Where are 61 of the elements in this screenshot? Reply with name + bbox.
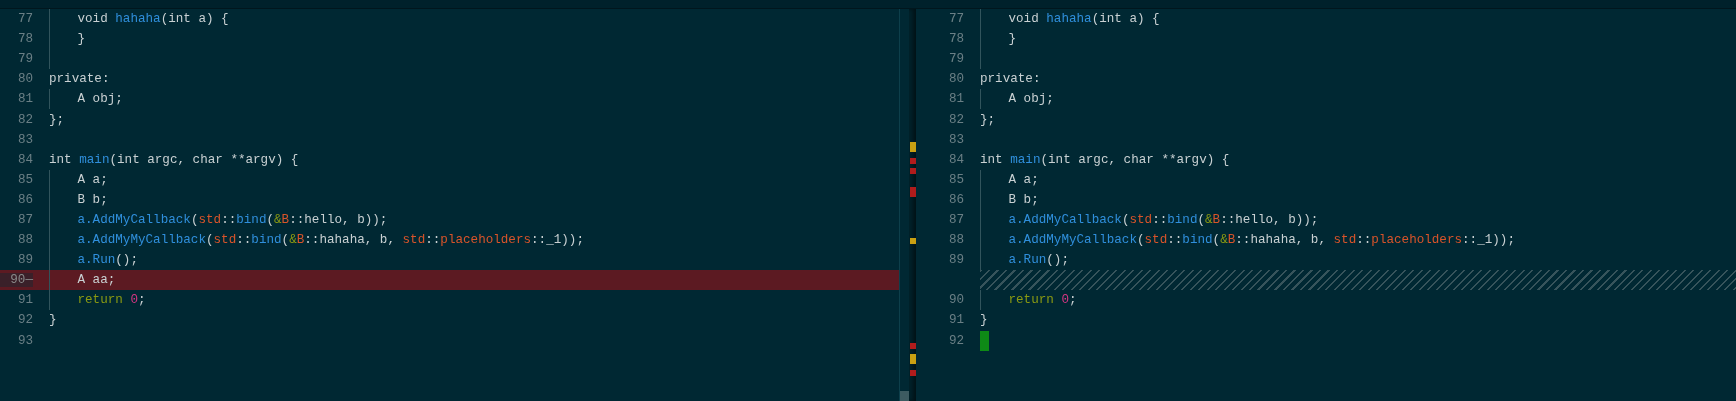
- line-number: 85: [947, 172, 964, 187]
- line-number: 87: [947, 213, 964, 227]
- code-line: a.AddMyCallback(std::bind(&B::hello, b));: [1008, 213, 1319, 227]
- code-line: }: [1008, 32, 1017, 47]
- line-number: 78: [947, 32, 964, 47]
- code-line: private:: [49, 72, 110, 87]
- line-number: 79: [16, 52, 33, 67]
- code-line: int main(int argc, char **argv) {: [980, 152, 1230, 167]
- code-line: return 0;: [77, 293, 146, 308]
- line-number: 82: [947, 112, 964, 127]
- line-number: 78: [16, 32, 33, 47]
- line-number: 86: [947, 192, 964, 207]
- code-line: int main(int argc, char **argv) {: [49, 152, 299, 167]
- line-number: 92: [947, 333, 964, 348]
- line-number: 87: [16, 213, 33, 227]
- line-number: 83: [947, 132, 964, 147]
- line-number: 90: [947, 293, 964, 308]
- code-line: a.Run();: [1008, 253, 1069, 268]
- code-line: };: [980, 112, 996, 127]
- line-number: 81: [16, 92, 33, 107]
- line-number: 85: [16, 172, 33, 187]
- line-number: 80: [16, 72, 33, 87]
- line-number: 92: [16, 313, 33, 328]
- line-number: 89: [16, 253, 33, 268]
- line-number: 84: [947, 152, 964, 167]
- code-line: a.AddMyMyCallback(std::bind(&B::hahaha, b, std::placeholders::_1));: [77, 233, 584, 248]
- code-line: }: [77, 32, 86, 47]
- code-line: private:: [980, 72, 1041, 87]
- line-number: 79: [947, 52, 964, 67]
- code-line: A obj;: [1008, 92, 1054, 107]
- code-line: B b;: [1008, 192, 1039, 207]
- line-number: 91: [16, 293, 33, 308]
- line-number: 83: [16, 132, 33, 147]
- code-line: A a;: [77, 172, 108, 187]
- line-number: 86: [16, 192, 33, 207]
- code-line: void hahaha(int a) {: [1008, 12, 1160, 27]
- code-line: };: [49, 112, 65, 127]
- code-line: a.Run();: [77, 253, 138, 268]
- line-number: 88: [947, 233, 964, 248]
- line-number: 88: [16, 233, 33, 248]
- code-line: A obj;: [77, 92, 123, 107]
- line-number: 93: [16, 333, 33, 348]
- line-number: 91: [947, 313, 964, 328]
- code-line: }: [49, 313, 57, 328]
- line-number: 77: [947, 12, 964, 27]
- code-line: void hahaha(int a) {: [77, 12, 229, 27]
- scrollbar-thumb[interactable]: [900, 391, 909, 401]
- line-number: 81: [947, 92, 964, 107]
- code-line: a.AddMyCallback(std::bind(&B::hello, b));: [77, 213, 388, 227]
- line-number: 80: [947, 72, 964, 87]
- code-line: B b;: [77, 192, 108, 207]
- code-line: return 0;: [1008, 293, 1077, 308]
- line-number: 82: [16, 112, 33, 127]
- line-number: 84: [16, 152, 33, 167]
- line-number: 89: [947, 253, 964, 268]
- line-number: 77: [16, 12, 33, 27]
- code-line: A aa;: [77, 273, 116, 288]
- code-line: }: [980, 313, 988, 328]
- line-number: 90—: [0, 273, 33, 288]
- code-line: a.AddMyMyCallback(std::bind(&B::hahaha, b, std::placeholders::_1));: [1008, 233, 1515, 248]
- code-line: A a;: [1008, 172, 1039, 187]
